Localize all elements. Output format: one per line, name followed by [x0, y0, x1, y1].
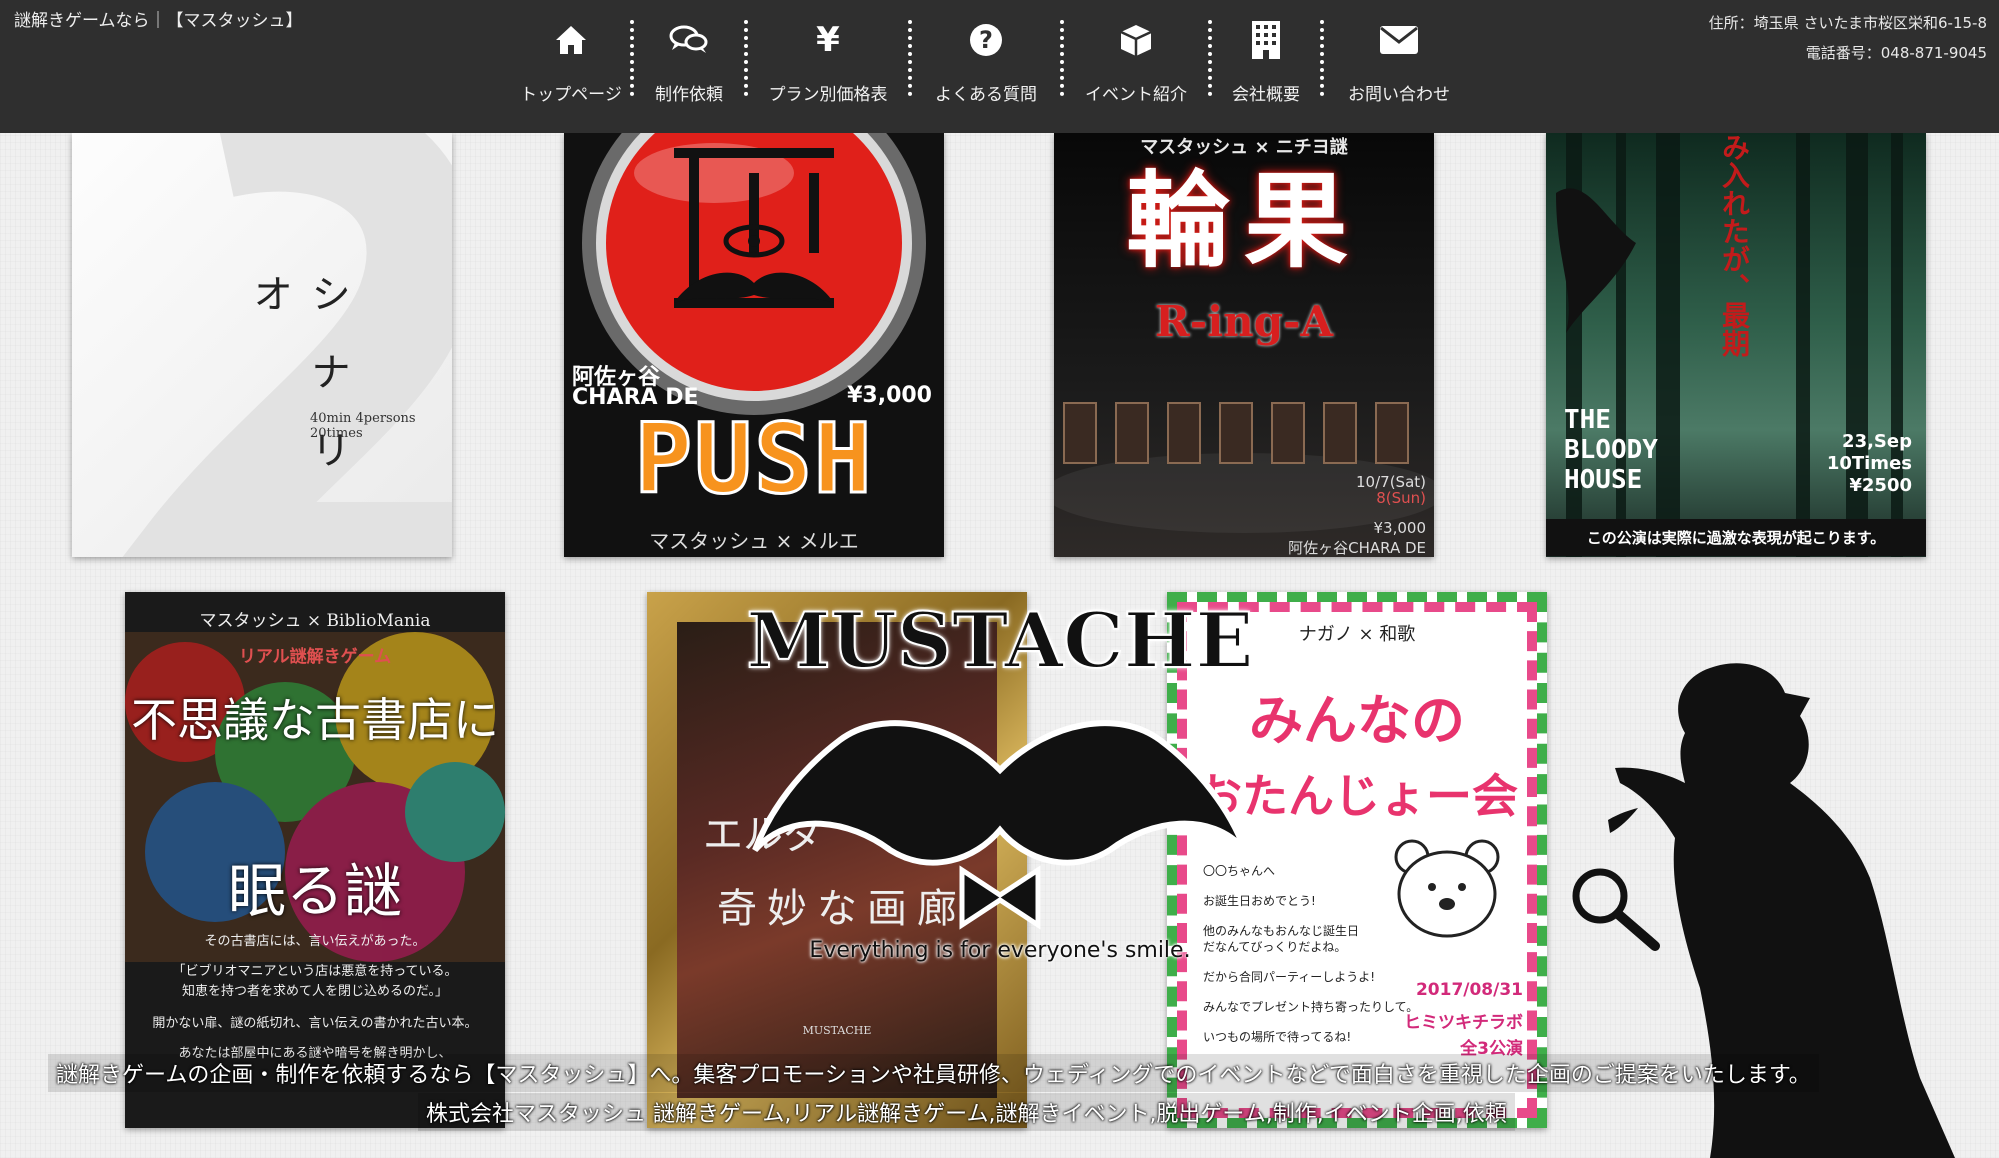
nav-label: プラン別価格表	[768, 85, 888, 105]
box-icon	[1118, 18, 1154, 62]
poster-bibliomania[interactable]: マスタッシュ × BiblioMania リアル謎解きゲーム 不思議な古書店に …	[125, 592, 505, 1128]
svg-text:?: ?	[979, 26, 993, 54]
poster-scenario[interactable]: シナリオ 40min 4persons 20times	[72, 133, 452, 557]
poster-title-2: BLOODY	[1564, 435, 1658, 465]
poster-brand: MUSTACHE	[802, 1024, 872, 1037]
poster-place: ヒミツキチラボ	[1404, 1013, 1523, 1033]
bear-illustration	[1394, 839, 1500, 938]
contact-info: 住所：埼玉県 さいたま市桜区栄和6-15-8 電話番号：048-871-9045	[1709, 8, 1987, 68]
nav-label: イベント紹介	[1085, 85, 1187, 105]
poster-note-7: いつもの場所で待ってるね!	[1203, 1030, 1352, 1044]
poster-vertical-title: み入れたが、最期	[1718, 133, 1751, 357]
nav-label: 制作依頼	[655, 85, 723, 105]
poster-price: ¥2500	[1849, 475, 1912, 496]
poster-credit: マスタッシュ × メルエ	[649, 529, 859, 553]
site-header: 謎解きゲームなら｜【マスタッシュ】 トップページ 制作依頼 ¥ プラン別価格表 …	[0, 0, 1999, 133]
poster-meta: 40min 4persons 20times	[310, 411, 416, 441]
logo-tagline: Everything is for everyone's smile.	[809, 938, 1191, 963]
nav-item-price[interactable]: ¥ プラン別価格表	[748, 0, 908, 118]
poster-line-3: 知恵を持つ者を求めて人を閉じ込めるのだ。」	[181, 984, 449, 999]
poster-date: 23,Sep	[1842, 431, 1912, 452]
poster-title-1: THE	[1564, 405, 1611, 435]
poster-title-1: 不思議な古書店に	[131, 693, 499, 747]
poster-ring-a[interactable]: マスタッシュ × ニチヨ謎 輪果 R-ing-A 10/7(Sat) 8(Sun…	[1054, 133, 1434, 557]
chat-icon	[669, 18, 709, 62]
nav-item-contact[interactable]: お問い合わせ	[1324, 0, 1474, 118]
poster-line-4: 開かない扉、謎の紙切れ、言い伝えの書かれた古い本。	[152, 1016, 478, 1031]
envelope-icon	[1379, 18, 1419, 62]
poster-line-2: 「ビブリオマニアという店は悪意を持っている。	[172, 964, 458, 979]
site-keywords: 株式会社マスタッシュ 謎解きゲーム,リアル謎解きゲーム,謎解きイベント,脱出ゲー…	[418, 1093, 1515, 1131]
poster-note-6: みんなでプレゼント持ち寄ったりして。	[1203, 1000, 1419, 1014]
poster-price: ¥3,000	[1373, 519, 1427, 537]
poster-collab: マスタッシュ × BiblioMania	[199, 611, 431, 631]
nav-label: よくある質問	[935, 85, 1037, 105]
nav-item-company[interactable]: 会社概要	[1212, 0, 1320, 118]
poster-warning: この公演は実際に過激な表現が起こります。	[1546, 519, 1926, 556]
nav-item-faq[interactable]: ? よくある質問	[912, 0, 1060, 118]
poster-title-3: HOUSE	[1564, 465, 1643, 495]
poster-subtitle: R-ing-A	[1154, 297, 1334, 346]
nav-label: 会社概要	[1232, 85, 1300, 105]
nav-item-events[interactable]: イベント紹介	[1064, 0, 1208, 118]
poster-push[interactable]: 阿佐ヶ谷 CHARA DE ¥3,000 PUSH マスタッシュ × メルエ	[564, 133, 944, 557]
home-icon	[554, 18, 588, 62]
poster-times: 10Times	[1826, 453, 1912, 474]
poster-title-2: 眠る謎	[227, 857, 402, 925]
phone-text[interactable]: 電話番号：048-871-9045	[1709, 38, 1987, 68]
site-description: 謎解きゲームの企画・制作を依頼するなら【マスタッシュ】へ。集客プロモーションや社…	[48, 1054, 1819, 1092]
poster-date2: 8(Sun)	[1376, 489, 1426, 507]
building-icon	[1251, 18, 1281, 62]
mustache-icon	[752, 720, 1248, 930]
mustache-logo[interactable]: MUSTACHE Everything is for everyone's sm…	[740, 590, 1260, 990]
poster-genre: リアル謎解きゲーム	[238, 647, 392, 667]
question-icon: ?	[969, 18, 1003, 62]
global-nav: トップページ 制作依頼 ¥ プラン別価格表 ? よくある質問 イベント紹介 会社…	[512, 0, 1474, 133]
poster-title: 輪果	[1125, 159, 1362, 282]
nav-label: トップページ	[520, 85, 622, 105]
yen-icon: ¥	[816, 20, 840, 60]
nav-label: お問い合わせ	[1348, 85, 1450, 105]
nav-item-top[interactable]: トップページ	[512, 0, 630, 118]
poster-line-1: その古書店には、言い伝えがあった。	[204, 934, 426, 949]
poster-title: PUSH	[633, 403, 874, 515]
poster-date: 2017/08/31	[1415, 980, 1523, 1000]
poster-venue: 阿佐ヶ谷CHARA DE	[1288, 539, 1426, 557]
address-text: 住所：埼玉県 さいたま市桜区栄和6-15-8	[1708, 14, 1987, 32]
nav-item-request[interactable]: 制作依頼	[634, 0, 744, 118]
poster-collab: マスタッシュ × ニチヨ謎	[1140, 137, 1348, 158]
logo-title: MUSTACHE	[746, 595, 1255, 686]
site-tagline[interactable]: 謎解きゲームなら｜【マスタッシュ】	[14, 6, 303, 31]
poster-bloody-house[interactable]: み入れたが、最期 THE BLOODY HOUSE 23,Sep 10Times…	[1546, 133, 1926, 557]
